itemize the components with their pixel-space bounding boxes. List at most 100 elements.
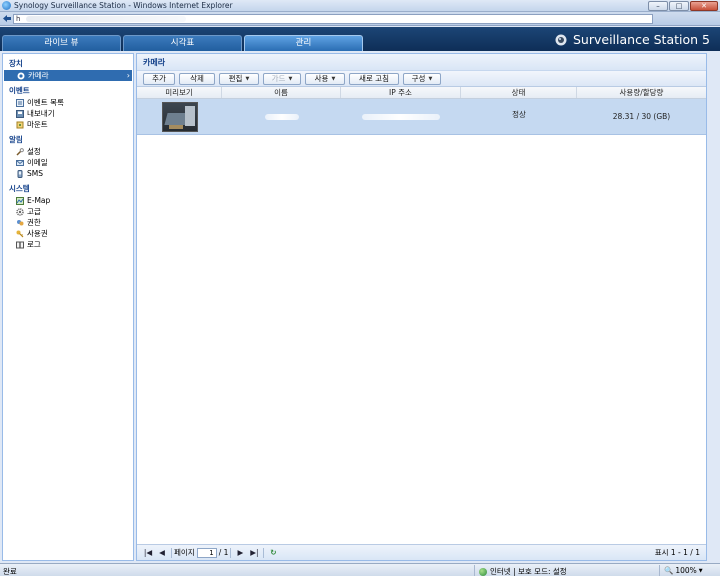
close-button[interactable]: ✕ — [690, 1, 718, 11]
page-label: 페이지 — [174, 548, 195, 557]
sidebar-item-label: 로그 — [27, 240, 41, 249]
window-title: Synology Surveillance Station - Windows … — [14, 1, 233, 10]
column-usage[interactable]: 사용량/할당량 — [577, 87, 706, 98]
address-bar: h — [0, 12, 720, 26]
refresh-button[interactable]: 새로 고침 — [349, 72, 399, 85]
guard-button[interactable]: 가드 ▼ — [263, 72, 301, 85]
next-page-icon[interactable]: ▶ — [233, 547, 247, 559]
sidebar-item-label: 사용권 — [27, 229, 48, 238]
window-controls: – □ ✕ — [648, 1, 718, 11]
column-ip-address[interactable]: IP 주소 — [341, 87, 461, 98]
minimize-button[interactable]: – — [648, 1, 668, 11]
camera-logo-icon — [555, 34, 567, 45]
edit-button[interactable]: 편집 ▼ — [219, 72, 259, 85]
configure-button-label: 구성 — [411, 73, 426, 83]
mount-icon — [16, 121, 24, 128]
shield-icon — [17, 219, 24, 225]
security-zone[interactable]: 인터넷 | 보호 모드: 설정 — [479, 566, 567, 576]
redacted-ip — [362, 113, 440, 120]
preview-cell — [137, 99, 222, 134]
book-icon — [16, 241, 24, 248]
sidebar-item-sms[interactable]: SMS — [3, 168, 133, 179]
configure-button[interactable]: 구성 ▼ — [403, 72, 441, 85]
chevron-down-icon: ▼ — [698, 567, 703, 574]
sidebar-item-log[interactable]: 로그 — [3, 239, 133, 250]
page-icon — [3, 15, 11, 22]
email-icon — [16, 159, 24, 166]
enable-button-label: 사용 — [314, 73, 329, 83]
ip-cell — [341, 99, 461, 134]
sidebar-heading-events: 이벤트 — [9, 86, 30, 95]
redacted-name — [264, 113, 299, 120]
sms-icon — [17, 169, 23, 178]
page-number-input[interactable]: 1 — [196, 547, 217, 558]
sidebar-item-export[interactable]: 내보내기 — [3, 108, 133, 119]
pagination-bar: |◀ ◀ 페이지 1 / 1 ▶ ▶| ↻ 표시 1 - 1 / 1 — [137, 544, 706, 560]
chevron-right-icon: › — [126, 71, 130, 80]
sidebar: 장치 카메라 › 이벤트 이벤트 목록 내보내기 마운트 알림 설정 이메일 S… — [2, 53, 134, 561]
wrench-icon — [16, 147, 24, 156]
delete-button[interactable]: 삭제 — [179, 72, 215, 85]
page-total: / 1 — [218, 548, 229, 557]
sidebar-item-label: 이메일 — [27, 158, 48, 167]
tab-timeline[interactable]: 시각표 — [123, 35, 242, 51]
brand-title: Surveillance Station 5 — [573, 32, 710, 47]
brand: Surveillance Station 5 — [553, 32, 710, 47]
column-status[interactable]: 상태 — [461, 87, 577, 98]
edit-button-label: 편집 — [228, 73, 243, 83]
status-cell: 정상 — [512, 110, 526, 119]
sidebar-item-privileges[interactable]: 권한 — [3, 217, 133, 228]
column-name[interactable]: 이름 — [222, 87, 341, 98]
sidebar-item-label: 고급 — [27, 207, 41, 216]
enable-button[interactable]: 사용 ▼ — [305, 72, 345, 85]
sidebar-item-license[interactable]: 사용권 — [3, 228, 133, 239]
sidebar-item-mount[interactable]: 마운트 — [3, 119, 133, 130]
camera-panel: 카메라 추가 삭제 편집 ▼ 가드 ▼ 사용 ▼ 새로 고침 구성 ▼ 미리보기… — [136, 53, 707, 561]
ie-icon — [2, 1, 11, 10]
sidebar-item-emap[interactable]: E-Map — [3, 195, 133, 206]
sidebar-item-event-list[interactable]: 이벤트 목록 — [3, 97, 133, 108]
status-text: 완료 — [3, 567, 17, 576]
zoom-control[interactable]: 🔍 100% ▼ — [664, 566, 703, 575]
table-row[interactable]: 정상 28.31 / 30 (GB) — [137, 99, 706, 135]
first-page-icon[interactable]: |◀ — [141, 547, 155, 559]
delete-button-label: 삭제 — [190, 73, 204, 83]
sidebar-item-label: 카메라 — [28, 71, 49, 80]
url-redacted — [26, 16, 186, 22]
caret-down-icon: ▼ — [288, 75, 293, 82]
window-titlebar: Synology Surveillance Station - Windows … — [0, 0, 720, 12]
last-page-icon[interactable]: ▶| — [247, 547, 261, 559]
tab-management[interactable]: 관리 — [244, 35, 363, 51]
sidebar-item-label: 권한 — [27, 218, 41, 227]
sidebar-item-camera[interactable]: 카메라 › — [4, 70, 132, 81]
caret-down-icon: ▼ — [331, 75, 336, 82]
guard-button-label: 가드 — [271, 73, 286, 83]
sidebar-item-label: 이벤트 목록 — [27, 98, 64, 107]
refresh-icon[interactable]: ↻ — [266, 547, 280, 559]
zoom-icon: 🔍 — [664, 566, 674, 575]
sidebar-item-label: 마운트 — [27, 120, 48, 129]
maximize-button[interactable]: □ — [669, 1, 689, 11]
sidebar-item-email[interactable]: 이메일 — [3, 157, 133, 168]
sidebar-item-label: E-Map — [27, 196, 51, 205]
prev-page-icon[interactable]: ◀ — [155, 547, 169, 559]
sidebar-item-label: 설정 — [27, 147, 41, 156]
zoom-level: 100% — [675, 566, 697, 575]
add-button[interactable]: 추가 — [143, 72, 175, 85]
sidebar-item-advanced[interactable]: 고급 — [3, 206, 133, 217]
globe-icon — [479, 567, 487, 576]
key-icon — [16, 230, 24, 237]
refresh-button-label: 새로 고침 — [359, 73, 389, 83]
toolbar: 추가 삭제 편집 ▼ 가드 ▼ 사용 ▼ 새로 고침 구성 ▼ — [137, 71, 706, 87]
panel-title: 카메라 — [137, 54, 706, 71]
name-cell — [222, 99, 341, 134]
sidebar-item-label: SMS — [27, 169, 43, 178]
grid-header: 미리보기 이름 IP 주소 상태 사용량/할당량 — [137, 87, 706, 99]
sidebar-item-settings[interactable]: 설정 — [3, 146, 133, 157]
tab-live-view[interactable]: 라이브 뷰 — [2, 35, 121, 51]
sidebar-heading-devices: 장치 — [9, 59, 23, 68]
column-preview[interactable]: 미리보기 — [137, 87, 222, 98]
sidebar-heading-notifications: 알림 — [9, 135, 23, 144]
main-tabs: 라이브 뷰 시각표 관리 — [2, 35, 363, 51]
sidebar-item-label: 내보내기 — [27, 109, 55, 118]
